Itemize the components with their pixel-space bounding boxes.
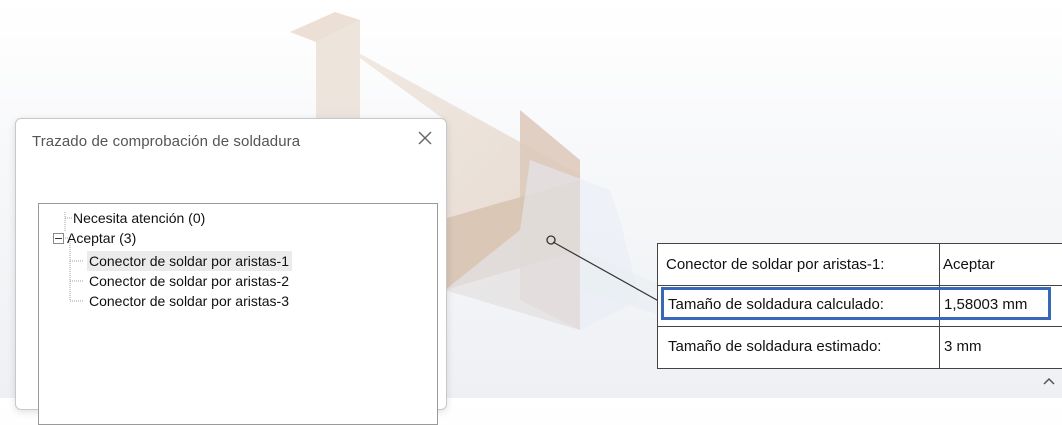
tree-item-conector-1[interactable]: Conector de soldar por aristas-1 xyxy=(87,251,292,271)
weld-check-dialog: Trazado de comprobación de soldadura Nec… xyxy=(15,118,447,425)
tree-item-label: Conector de soldar por aristas-1 xyxy=(89,253,289,269)
callout-label-estimated-size: Tamaño de soldadura estimado: xyxy=(668,338,882,355)
tree-item-necesita-atencion[interactable]: Necesita atención (0) xyxy=(73,208,205,228)
row-divider xyxy=(658,326,1062,327)
close-icon[interactable] xyxy=(414,127,436,149)
callout-label-connector: Conector de soldar por aristas-1: xyxy=(666,256,885,273)
tree-item-label: Conector de soldar por aristas-2 xyxy=(89,273,289,289)
tree-item-conector-2[interactable]: Conector de soldar por aristas-2 xyxy=(89,271,289,291)
tree-item-conector-3[interactable]: Conector de soldar por aristas-3 xyxy=(89,291,289,311)
row-divider xyxy=(658,285,1062,286)
tree-item-label: Necesita atención (0) xyxy=(73,210,206,226)
highlight-box xyxy=(661,287,1051,320)
dialog-title: Trazado de comprobación de soldadura xyxy=(32,133,301,150)
tree-item-aceptar[interactable]: Aceptar (3) xyxy=(67,228,136,248)
tree-item-label: Conector de soldar por aristas-3 xyxy=(89,293,289,309)
minus-box-icon[interactable] xyxy=(53,233,64,244)
chevron-up-icon[interactable] xyxy=(1040,372,1058,390)
callout-value-estimated-size: 3 mm xyxy=(944,338,982,355)
callout-value-status: Aceptar xyxy=(943,256,995,273)
weld-tree: Necesita atención (0) Aceptar (3) Conect… xyxy=(38,203,438,425)
tree-item-label: Aceptar (3) xyxy=(67,230,137,246)
